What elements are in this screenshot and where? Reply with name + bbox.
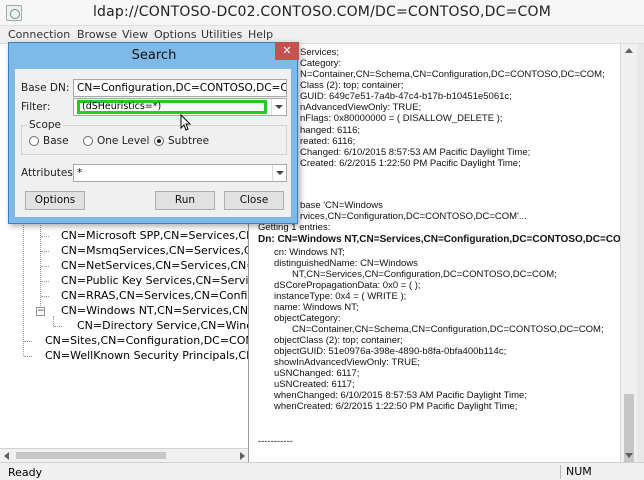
tree-item-wellknown[interactable]: CN=WellKnown Security Principals,CN=Conf: [45, 348, 248, 363]
vertical-scrollbar[interactable]: [620, 44, 637, 464]
filter-label: Filter:: [21, 101, 51, 113]
output-line: instanceType: 0x4 = ( WRITE );: [274, 291, 407, 302]
scroll-up-icon[interactable]: [625, 48, 633, 53]
run-button[interactable]: Run: [155, 191, 215, 210]
window-title: ldap://CONTOSO-DC02.CONTOSO.COM/DC=CONTO…: [92, 4, 552, 20]
tree-item[interactable]: CN=Microsoft SPP,CN=Services,CN=Con: [61, 228, 248, 243]
output-line: objectCategory:: [274, 313, 341, 324]
dialog-title: Search: [131, 48, 177, 63]
tree-item[interactable]: CN=NetServices,CN=Services,CN=Config: [61, 258, 248, 273]
output-line: NT,CN=Services,CN=Configuration,DC=CONTO…: [292, 269, 557, 280]
attributes-input[interactable]: *: [73, 164, 287, 182]
output-line: Changed: 6/10/2015 8:57:53 AM Pacific Da…: [300, 147, 531, 158]
output-pane[interactable]: Services; Category: N=Container,CN=Schem…: [250, 44, 620, 462]
title-bar: ldap://CONTOSO-DC02.CONTOSO.COM/DC=CONTO…: [0, 0, 644, 26]
scope-subtree-radio[interactable]: [154, 136, 164, 146]
filter-highlight: (dSHeuristics=*): [77, 100, 267, 114]
menu-options[interactable]: Options: [154, 28, 196, 41]
tree-item-directory-service[interactable]: CN=Directory Service,CN=Windows N: [77, 318, 248, 333]
menu-utilities[interactable]: Utilities: [201, 28, 242, 41]
tree-item-sites[interactable]: CN=Sites,CN=Configuration,DC=CONTOSO,: [45, 333, 248, 348]
output-line: distinguishedName: CN=Windows: [274, 258, 418, 269]
tree-connector: [53, 316, 54, 326]
tree-connector: [41, 281, 49, 282]
output-line: Category:: [300, 58, 342, 69]
scope-base-radio[interactable]: [29, 136, 39, 146]
output-line: whenCreated: 6/2/2015 1:22:50 PM Pacific…: [274, 401, 518, 412]
tree-connector: [41, 251, 49, 252]
dialog-body: Base DN: CN=Configuration,DC=CONTOSO,DC=…: [15, 69, 291, 217]
scope-one-level-label[interactable]: One Level: [97, 135, 149, 147]
output-line: nFlags: 0x80000000 = ( DISALLOW_DELETE )…: [300, 113, 503, 124]
base-dn-input[interactable]: CN=Configuration,DC=CONTOSO,DC=COM: [73, 79, 287, 97]
status-ready: Ready: [8, 466, 43, 479]
close-button[interactable]: Close: [224, 191, 284, 210]
scroll-right-icon[interactable]: [240, 452, 245, 460]
attributes-value: *: [77, 167, 83, 179]
output-line: base 'CN=Windows: [300, 200, 383, 211]
output-line: uSNChanged: 6117;: [274, 368, 360, 379]
close-icon[interactable]: ✕: [275, 42, 299, 60]
tree-item-windows-nt[interactable]: CN=Windows NT,CN=Services,CN=Conf: [61, 303, 248, 318]
chevron-down-icon[interactable]: [271, 99, 285, 115]
menu-connection[interactable]: Connection: [8, 28, 70, 41]
options-button[interactable]: Options: [25, 191, 85, 210]
output-line: whenChanged: 6/10/2015 8:57:53 AM Pacifi…: [274, 390, 527, 401]
attributes-label: Attributes:: [21, 167, 77, 179]
output-line: CN=Container,CN=Schema,CN=Configuration,…: [292, 324, 604, 335]
scope-subtree-label[interactable]: Subtree: [168, 135, 209, 147]
tree-connector: [54, 326, 62, 327]
tree-item[interactable]: CN=Public Key Services,CN=Services,CN:: [61, 273, 248, 288]
mouse-pointer-icon: [180, 114, 192, 131]
output-line: objectClass (2): top; container;: [274, 335, 403, 346]
tree-connector: [24, 356, 32, 357]
output-line: name: Windows NT;: [274, 302, 359, 313]
status-bar: Ready NUM: [0, 462, 644, 480]
menu-help[interactable]: Help: [248, 28, 273, 41]
search-dialog: Search ✕ Base DN: CN=Configuration,DC=CO…: [8, 42, 299, 224]
status-num: NUM: [560, 465, 600, 479]
output-line: Created: 6/2/2015 1:22:50 PM Pacific Day…: [300, 158, 521, 169]
output-separator: -----------: [258, 436, 293, 447]
tree-connector: [41, 236, 49, 237]
output-line: uSNCreated: 6117;: [274, 379, 355, 390]
output-line: rvices,CN=Configuration,DC=CONTOSO,DC=CO…: [300, 211, 527, 222]
output-line: Services;: [300, 47, 340, 58]
tree-connector: [41, 296, 49, 297]
menu-view[interactable]: View: [122, 28, 148, 41]
output-line: N=Container,CN=Schema,CN=Configuration,D…: [300, 69, 605, 80]
scroll-down-icon[interactable]: [625, 453, 633, 458]
output-line: nAdvancedViewOnly: TRUE;: [300, 102, 422, 113]
output-line: showInAdvancedViewOnly: TRUE;: [274, 357, 420, 368]
scope-label: Scope: [27, 119, 63, 131]
chevron-down-icon[interactable]: [272, 165, 286, 181]
output-line: reated: 6116;: [300, 136, 356, 147]
tree-connector: [24, 341, 32, 342]
scroll-left-icon[interactable]: [4, 452, 9, 460]
output-dn-line: Dn: CN=Windows NT,CN=Services,CN=Configu…: [258, 234, 620, 245]
scroll-thumb[interactable]: [16, 452, 166, 459]
output-line: GUID: 649c7e51-7a4b-47c4-b17b-b10451e506…: [300, 91, 512, 102]
window-edge: [637, 44, 644, 462]
output-line: cn: Windows NT;: [274, 247, 345, 258]
scope-one-level-radio[interactable]: [83, 136, 93, 146]
tree-item[interactable]: CN=MsmqServices,CN=Services,CN=Cor: [61, 243, 248, 258]
output-line: hanged: 6116;: [300, 125, 361, 136]
output-line: objectGUID: 51e0976a-398e-4890-b8fa-0bfa…: [274, 346, 507, 357]
horizontal-scrollbar[interactable]: [0, 448, 248, 462]
tree-connector: [41, 266, 49, 267]
base-dn-label: Base DN:: [21, 82, 70, 94]
collapse-toggle[interactable]: −: [36, 307, 45, 316]
output-line: Class (2): top; container;: [300, 80, 404, 91]
scope-base-label[interactable]: Base: [43, 135, 69, 147]
tree-item[interactable]: CN=RRAS,CN=Services,CN=Configuratio: [61, 288, 248, 303]
menu-browse[interactable]: Browse: [77, 28, 117, 41]
output-line: dSCorePropagationData: 0x0 = ( );: [274, 280, 421, 291]
